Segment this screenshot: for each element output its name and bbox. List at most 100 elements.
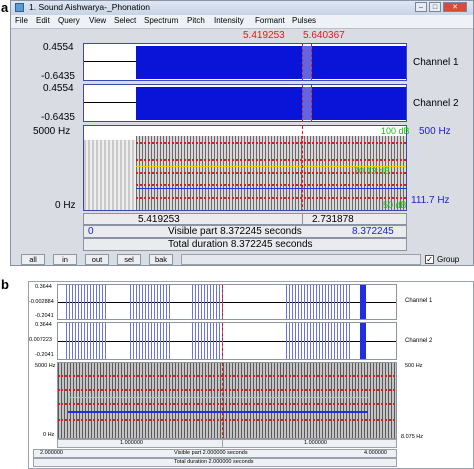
formant-track-2 — [136, 159, 406, 163]
spectrogram-noise — [84, 140, 136, 210]
menu-intensity[interactable]: Intensity — [214, 16, 244, 25]
formant-track-3 — [58, 403, 396, 407]
pitch-top-label: 500 Hz — [419, 126, 451, 137]
window-title: 1. Sound Aishwarya-_Phonation — [29, 2, 150, 12]
title-bar: 1. Sound Aishwarya-_Phonation – □ ✕ — [11, 1, 473, 16]
b-channel-1-label: Channel 1 — [405, 298, 433, 304]
menu-pulses[interactable]: Pulses — [292, 16, 316, 25]
b-visible-end: 4.000000 — [364, 450, 387, 456]
freq-top-label: 5000 Hz — [33, 126, 71, 137]
pulse-band — [66, 323, 106, 359]
total-duration-text: Total duration 8.372245 seconds — [168, 239, 313, 250]
close-button[interactable]: ✕ — [443, 2, 467, 12]
intensity-mid-label: 70.13 dB — [354, 166, 391, 176]
b-freq-top: 5000 Hz — [35, 363, 56, 369]
minimize-button[interactable]: – — [415, 2, 427, 12]
b-tick-2: 1.000000 — [304, 440, 327, 446]
selection-highlight — [302, 44, 312, 80]
cursor-line — [222, 285, 223, 319]
selection-time-bar[interactable]: 5.419253 2.731878 — [83, 213, 407, 225]
formant-track-5 — [136, 197, 406, 201]
b-ch2-max: 0.3644 — [35, 322, 52, 328]
menu-pitch[interactable]: Pitch — [187, 16, 205, 25]
cursor-line — [302, 126, 303, 210]
intensity-curve — [68, 397, 368, 398]
pulse-band — [360, 285, 366, 319]
freq-bottom-label: 0 Hz — [55, 200, 76, 211]
pitch-contour — [68, 411, 368, 413]
b-pitch-bottom: 8.075 Hz — [401, 434, 424, 440]
menu-select[interactable]: Select — [114, 16, 136, 25]
channel-1-waveform[interactable] — [83, 43, 407, 81]
channel-1-label: Channel 1 — [413, 57, 459, 68]
formant-track-2 — [58, 389, 396, 393]
b-visible-part-bar[interactable]: 2.000000 Visible part 2.000000 seconds 4… — [33, 449, 397, 458]
menu-bar: File Edit Query View Select Spectrum Pit… — [11, 15, 473, 29]
waveform-fill — [136, 46, 406, 79]
selection-divider — [302, 214, 303, 224]
group-label: Group — [437, 255, 460, 264]
intensity-top-label: 100 dB — [381, 126, 410, 136]
b-channel-1-waveform[interactable] — [57, 284, 397, 320]
b-ch1-min: -0.2041 — [35, 313, 54, 319]
b-ch2-mid: 0.007223 — [29, 337, 52, 343]
praat-zoomed-window: 0.3644 -0.002884 -0.2041 Channel 1 0.364… — [28, 281, 474, 469]
formant-track-4 — [58, 419, 396, 423]
cursor-line — [222, 363, 223, 438]
b-tick-bar[interactable]: 1.000000 1.000000 — [57, 439, 397, 448]
b-tick-divider — [222, 440, 223, 448]
pulse-band — [360, 323, 366, 359]
b-pitch-top: 500 Hz — [405, 363, 423, 369]
zoom-out-button[interactable]: out — [85, 254, 109, 265]
cursor-line — [222, 323, 223, 359]
ch2-max-label: 0.4554 — [43, 83, 74, 94]
zoom-all-button[interactable]: all — [21, 254, 45, 265]
b-spectrogram[interactable] — [57, 362, 397, 439]
formant-track-1 — [58, 375, 396, 379]
total-duration-bar[interactable]: Total duration 8.372245 seconds — [83, 238, 407, 251]
intensity-bottom-label: 50 dB — [383, 200, 407, 210]
visible-part-text: Visible part 8.372245 seconds — [168, 226, 302, 237]
cursor-end-time: 5.640367 — [303, 30, 345, 41]
menu-file[interactable]: File — [15, 16, 28, 25]
sound-icon — [15, 3, 24, 12]
pitch-contour — [136, 188, 406, 189]
b-tick-1: 1.000000 — [120, 440, 143, 446]
b-ch1-max: 0.3644 — [35, 284, 52, 290]
zoom-sel-button[interactable]: sel — [117, 254, 141, 265]
zoom-in-button[interactable]: in — [53, 254, 77, 265]
pulse-band — [130, 285, 170, 319]
visible-end: 8.372245 — [352, 226, 394, 237]
pulse-band — [286, 285, 350, 319]
menu-formant[interactable]: Formant — [255, 16, 285, 25]
ch2-min-label: -0.6435 — [41, 112, 75, 123]
menu-view[interactable]: View — [89, 16, 106, 25]
waveform-baseline — [84, 61, 136, 62]
selection-left-duration: 5.419253 — [138, 214, 180, 225]
panel-b-letter: b — [1, 277, 9, 292]
channel-2-waveform[interactable] — [83, 84, 407, 122]
pitch-bottom-label: 111.7 Hz — [411, 195, 450, 206]
b-channel-2-label: Channel 2 — [405, 338, 433, 344]
b-ch2-min: -0.2041 — [35, 352, 54, 358]
maximize-button[interactable]: □ — [429, 2, 441, 12]
waveform-baseline — [84, 102, 136, 103]
zoom-back-button[interactable]: bak — [149, 254, 173, 265]
pulse-band — [286, 323, 350, 359]
visible-part-bar[interactable]: 0 Visible part 8.372245 seconds 8.372245 — [83, 225, 407, 238]
pulse-band — [192, 285, 224, 319]
b-total-duration-bar[interactable]: Total duration 2.000000 seconds — [33, 458, 397, 467]
ch1-max-label: 0.4554 — [43, 42, 74, 53]
b-channel-2-waveform[interactable] — [57, 322, 397, 360]
pulse-band — [66, 285, 106, 319]
selection-highlight — [302, 85, 312, 121]
b-visible-text: Visible part 2.000000 seconds — [174, 450, 248, 456]
menu-spectrum[interactable]: Spectrum — [144, 16, 178, 25]
channel-2-label: Channel 2 — [413, 98, 459, 109]
menu-edit[interactable]: Edit — [36, 16, 50, 25]
menu-query[interactable]: Query — [58, 16, 80, 25]
pulse-band — [192, 323, 224, 359]
pulse-band — [130, 323, 170, 359]
group-checkbox[interactable]: ✓ — [425, 255, 434, 264]
horizontal-scrollbar[interactable] — [181, 254, 421, 265]
